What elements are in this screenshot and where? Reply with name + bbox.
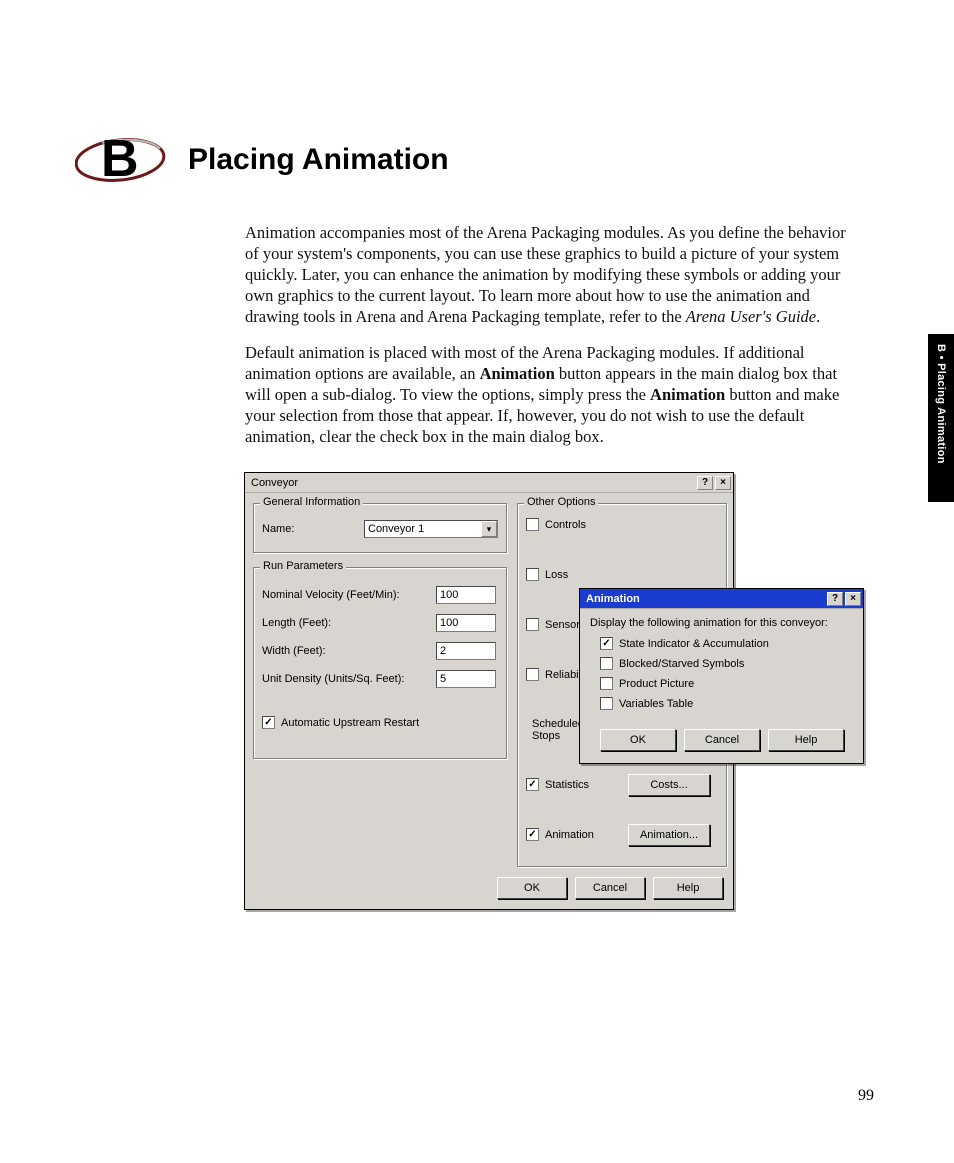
label-length: Length (Feet): xyxy=(262,617,430,629)
page-number: 99 xyxy=(858,1087,874,1105)
animation-intro-text: Display the following animation for this… xyxy=(590,617,828,629)
checkbox-animation[interactable]: ✓Animation xyxy=(526,828,594,841)
input-width[interactable]: 2 xyxy=(436,642,496,660)
group-legend-run: Run Parameters xyxy=(260,560,346,572)
side-thumb-index: B • Placing Animation xyxy=(928,334,954,502)
chapter-header: B Placing Animation xyxy=(75,125,875,195)
help-button[interactable]: Help xyxy=(768,729,844,751)
animation-titlebar: Animation ? × xyxy=(580,589,863,609)
help-button[interactable]: ? xyxy=(827,592,843,606)
animation-button[interactable]: Animation... xyxy=(628,824,710,846)
group-general-information: General Information Name: Conveyor 1 xyxy=(253,503,507,553)
page-title: Placing Animation xyxy=(188,143,449,177)
field-name: Name: Conveyor 1 xyxy=(262,520,498,538)
paragraph-1: Animation accompanies most of the Arena … xyxy=(245,222,855,328)
animation-dialog: Animation ? × Display the following anim… xyxy=(579,588,864,764)
body-copy: Animation accompanies most of the Arena … xyxy=(245,222,855,461)
ok-button[interactable]: OK xyxy=(497,877,567,899)
help-button-bottom[interactable]: Help xyxy=(653,877,723,899)
checkbox-auto-upstream-restart[interactable]: ✓ Automatic Upstream Restart xyxy=(262,716,419,729)
paragraph-2: Default animation is placed with most of… xyxy=(245,342,855,448)
ok-button[interactable]: OK xyxy=(600,729,676,751)
input-length[interactable]: 100 xyxy=(436,614,496,632)
dialog-screenshot: Conveyor ? × General Information Name: C… xyxy=(244,472,876,917)
close-button[interactable]: × xyxy=(845,592,861,606)
input-unit-density[interactable]: 5 xyxy=(436,670,496,688)
animation-dialog-title: Animation xyxy=(586,593,640,605)
chapter-logo: B xyxy=(75,125,170,195)
checkbox-scheduled-stops[interactable]: Scheduled Stops xyxy=(526,718,584,742)
checkbox-sensors[interactable]: Sensors xyxy=(526,618,585,631)
checkbox-loss[interactable]: Loss xyxy=(526,568,568,581)
chapter-letter: B xyxy=(101,129,139,189)
checkbox-blocked-starved[interactable]: Blocked/Starved Symbols xyxy=(600,657,744,670)
label-width: Width (Feet): xyxy=(262,645,430,657)
cancel-button[interactable]: Cancel xyxy=(575,877,645,899)
checkbox-variables-table[interactable]: Variables Table xyxy=(600,697,693,710)
input-nominal-velocity[interactable]: 100 xyxy=(436,586,496,604)
group-legend-other: Other Options xyxy=(524,496,598,508)
checkbox-state-indicator[interactable]: ✓State Indicator & Accumulation xyxy=(600,637,769,650)
chevron-down-icon[interactable] xyxy=(481,521,497,537)
conveyor-titlebar: Conveyor ? × xyxy=(245,473,733,493)
group-run-parameters: Run Parameters Nominal Velocity (Feet/Mi… xyxy=(253,567,507,759)
close-button[interactable]: × xyxy=(715,476,731,490)
label-unit-density: Unit Density (Units/Sq. Feet): xyxy=(262,673,430,685)
input-name[interactable]: Conveyor 1 xyxy=(364,520,498,538)
checkbox-statistics[interactable]: ✓Statistics xyxy=(526,778,589,791)
checkbox-icon: ✓ xyxy=(262,716,275,729)
label-nominal-velocity: Nominal Velocity (Feet/Min): xyxy=(262,589,430,601)
help-button[interactable]: ? xyxy=(697,476,713,490)
checkbox-product-picture[interactable]: Product Picture xyxy=(600,677,694,690)
costs-button[interactable]: Costs... xyxy=(628,774,710,796)
label-name: Name: xyxy=(262,523,358,535)
cancel-button[interactable]: Cancel xyxy=(684,729,760,751)
conveyor-dialog-title: Conveyor xyxy=(251,477,298,489)
group-legend-general: General Information xyxy=(260,496,363,508)
checkbox-controls[interactable]: Controls xyxy=(526,518,586,531)
